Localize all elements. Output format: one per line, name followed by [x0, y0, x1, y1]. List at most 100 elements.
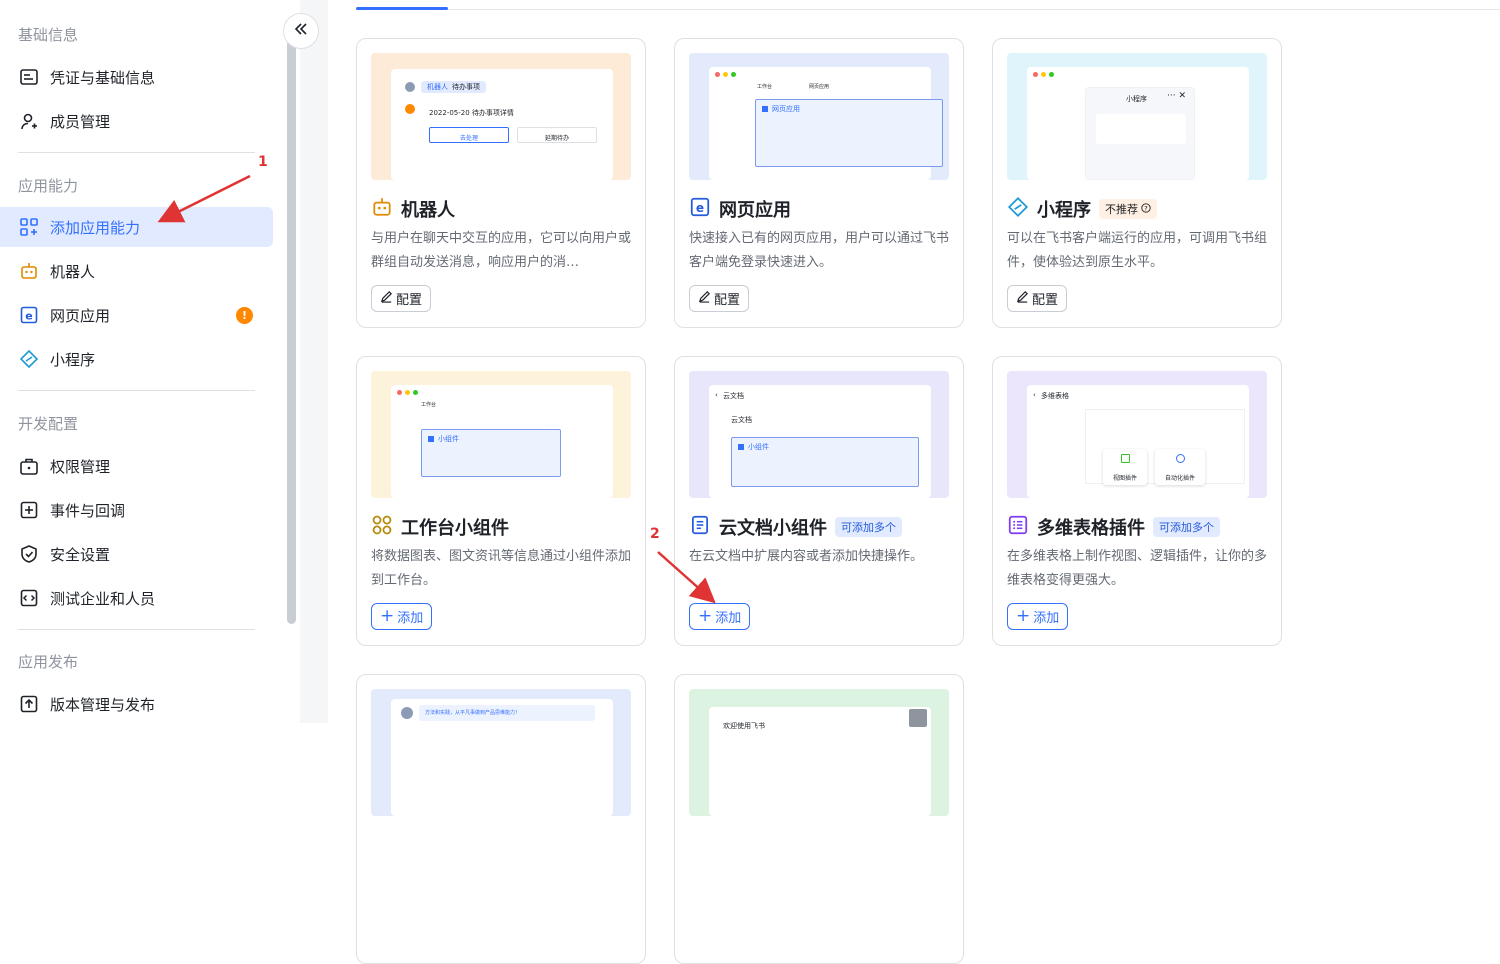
card-title-row: e 网页应用 — [689, 196, 791, 222]
sidebar-divider — [18, 390, 255, 391]
capability-card-workplace-widget[interactable]: 工作台 小组件 工作台小组件 将数据图表、图文资讯等信息通过小组件添加到工作台。… — [356, 356, 646, 646]
card-title-row: 多维表格插件 可添加多个 — [1007, 514, 1220, 540]
capability-card-partial[interactable]: 方法和实践，从平凡事做到产品思维能力！ — [356, 674, 646, 964]
window-dot — [715, 72, 720, 77]
partial-preview: 欢迎使用飞书 — [689, 689, 949, 816]
mini-preview-window: 小程序 ··· ✕ — [1027, 67, 1249, 180]
annotation-number: 1 — [258, 154, 268, 170]
sidebar-item-members[interactable]: 成员管理 — [0, 101, 273, 141]
button-label: 配置 — [1032, 293, 1059, 308]
double-chevron-left-icon — [293, 21, 309, 41]
sidebar-item-test-tenant[interactable]: 测试企业和人员 — [0, 578, 273, 618]
shield-icon — [18, 543, 40, 565]
card-title: 网页应用 — [719, 200, 791, 221]
partial-preview-window: 欢迎使用飞书 — [709, 707, 931, 816]
base-plugin-preview: ‹ 多维表格 视图插件 自动化插件 — [1007, 371, 1267, 498]
add-button[interactable]: + 添加 — [1007, 603, 1069, 630]
capability-card-doc-widget[interactable]: ‹ 云文档 云文档 小组件 云文档小组件 可添加多个 在云文档中扩展内容或者添加… — [674, 356, 964, 646]
card-title: 小程序 — [1037, 200, 1091, 221]
capability-card-web-app[interactable]: 工作台 网页应用 网页应用 e 网页应用 快速接入已有的网页应用，用户可以通过飞… — [674, 38, 964, 328]
add-button[interactable]: + 添加 — [689, 603, 751, 630]
sidebar-scroll-track — [300, 0, 328, 723]
partial-preview: 方法和实践，从平凡事做到产品思维能力！ — [371, 689, 631, 816]
configure-button[interactable]: 配置 — [689, 285, 750, 312]
bot-preview-window: 机器人 待办事项 2022-05-20 待办事项详情 去处理 延期待办 — [391, 69, 613, 180]
svg-text:e: e — [25, 310, 32, 323]
sidebar-item-bot[interactable]: 机器人 — [0, 251, 273, 291]
plus-icon: + — [1016, 606, 1031, 626]
sidebar-item-label: 成员管理 — [50, 112, 111, 131]
window-dot — [405, 390, 410, 395]
bot-preview-primary: 去处理 — [429, 127, 509, 143]
list-table-icon — [1007, 514, 1029, 540]
robot-icon — [371, 196, 393, 222]
sidebar-item-events[interactable]: 事件与回调 — [0, 490, 273, 530]
section-title-release: 应用发布 — [18, 653, 79, 671]
bot-avatar — [405, 104, 415, 114]
sidebar-item-credentials[interactable]: 凭证与基础信息 — [0, 57, 273, 97]
mini-popup-title: 小程序 — [1126, 95, 1147, 103]
sidebar-item-add-capability[interactable]: 添加应用能力 — [0, 207, 273, 247]
window-dot — [1041, 72, 1046, 77]
avatar — [405, 82, 415, 92]
configure-button[interactable]: 配置 — [371, 285, 432, 312]
window-controls — [715, 72, 736, 77]
widget-preview-label: 小组件 — [438, 435, 459, 443]
base-preview-window: ‹ 多维表格 视图插件 自动化插件 — [1027, 385, 1249, 498]
window-dot — [731, 72, 736, 77]
card-title: 云文档小组件 — [719, 518, 827, 539]
bot-preview-secondary: 延期待办 — [517, 127, 597, 143]
sidebar-item-label: 添加应用能力 — [50, 218, 141, 237]
button-label: 添加 — [1033, 611, 1060, 626]
workplace-widget-preview: 工作台 小组件 — [371, 371, 631, 498]
window-dot — [397, 390, 402, 395]
section-title-capabilities: 应用能力 — [18, 177, 79, 195]
card-title: 多维表格插件 — [1037, 518, 1145, 539]
multiple-allowed-tag: 可添加多个 — [1153, 517, 1220, 537]
section-title-basic: 基础信息 — [18, 26, 79, 44]
bot-message-title: 待办事项 — [452, 83, 480, 91]
automation-plugin-chip: 自动化插件 — [1155, 449, 1205, 485]
code-icon — [18, 587, 40, 609]
square-icon — [738, 444, 744, 450]
add-user-icon — [18, 110, 40, 132]
upload-icon — [18, 693, 40, 715]
widget-grid-icon — [371, 514, 393, 540]
square-icon — [428, 436, 434, 442]
card-description: 可以在飞书客户端运行的应用，可调用飞书组件，使体验达到原生水平。 — [1007, 231, 1268, 270]
mini-program-icon — [1007, 196, 1029, 222]
window-dot — [1033, 72, 1038, 77]
add-button[interactable]: + 添加 — [371, 603, 433, 630]
sidebar-item-mini-program[interactable]: 小程序 — [0, 339, 273, 379]
sidebar-item-security[interactable]: 安全设置 — [0, 534, 273, 574]
edit-icon — [380, 290, 393, 307]
configure-button[interactable]: 配置 — [1007, 285, 1068, 312]
multiple-allowed-tag: 可添加多个 — [835, 517, 902, 537]
window-dot — [413, 390, 418, 395]
bot-tag: 机器人 — [427, 83, 448, 91]
window-dot — [1049, 72, 1054, 77]
edit-icon — [698, 290, 711, 307]
sidebar-item-web-app[interactable]: e 网页应用 ! — [0, 295, 273, 335]
card-description: 在多维表格上制作视图、逻辑插件，让你的多维表格变得更强大。 — [1007, 549, 1268, 588]
partial-preview-hint-bar: 方法和实践，从平凡事做到产品思维能力！ — [419, 705, 595, 721]
capability-card-partial[interactable]: 欢迎使用飞书 — [674, 674, 964, 964]
card-description: 与用户在聊天中交互的应用，它可以向用户或群组自动发送消息，响应用户的消… — [371, 231, 632, 270]
view-plugin-chip: 视图插件 — [1103, 449, 1147, 485]
capability-card-bot[interactable]: 机器人 待办事项 2022-05-20 待办事项详情 去处理 延期待办 机器人 … — [356, 38, 646, 328]
sidebar-item-label: 版本管理与发布 — [50, 695, 156, 714]
back-chevron-icon: ‹ — [715, 391, 718, 399]
collapse-sidebar-button[interactable] — [283, 13, 319, 49]
section-title-dev-config: 开发配置 — [18, 415, 79, 433]
capability-card-base-plugin[interactable]: ‹ 多维表格 视图插件 自动化插件 多维表格插件 可添加多个 在多维表格上制作视… — [992, 356, 1282, 646]
mini-program-icon — [18, 348, 40, 370]
web-app-icon: e — [18, 304, 40, 326]
grid-add-icon — [18, 216, 40, 238]
help-icon[interactable]: ? — [1141, 202, 1151, 216]
sidebar-item-permissions[interactable]: 权限管理 — [0, 446, 273, 486]
sidebar-scrollbar[interactable] — [287, 40, 296, 624]
capability-card-mini-program[interactable]: 小程序 ··· ✕ 小程序 不推荐 ? 可以在飞书客户端运行的应用，可调用飞书组… — [992, 38, 1282, 328]
card-description: 在云文档中扩展内容或者添加快捷操作。 — [689, 549, 924, 564]
sidebar-item-version-release[interactable]: 版本管理与发布 — [0, 684, 273, 724]
card-title-row: 小程序 不推荐 ? — [1007, 196, 1157, 222]
